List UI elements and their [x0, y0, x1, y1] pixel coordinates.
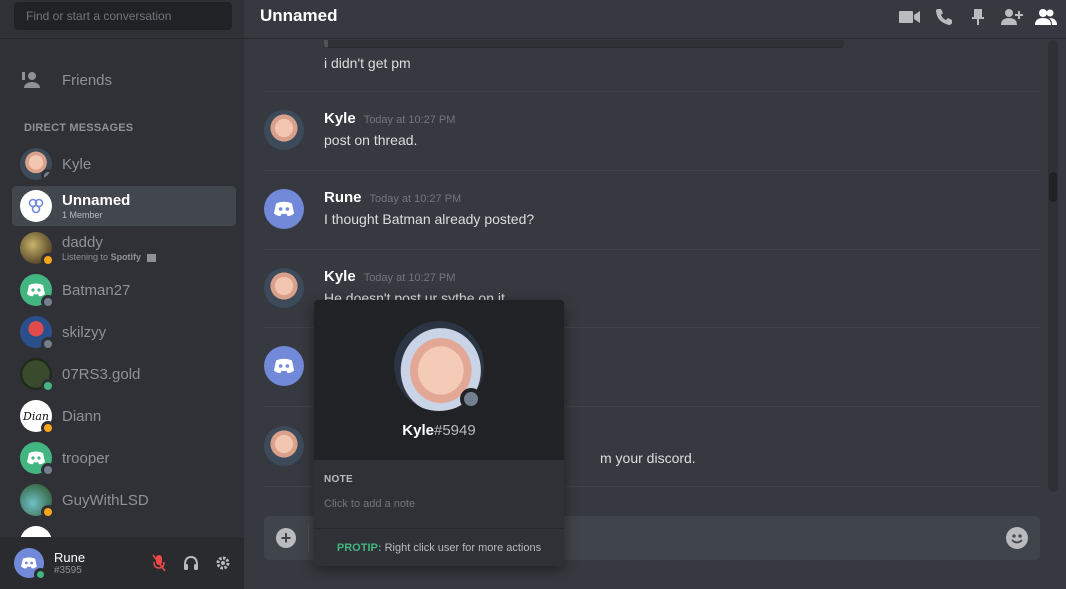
- dm-item-unnamed[interactable]: Unnamed 1 Member: [12, 186, 236, 226]
- message-divider: [264, 91, 1040, 92]
- message-timestamp: Today at 10:27 PM: [363, 114, 456, 126]
- voice-call-icon[interactable]: [932, 5, 956, 29]
- message-divider: [264, 249, 1040, 250]
- embed: [324, 40, 844, 48]
- avatar: [20, 274, 55, 309]
- avatar[interactable]: [264, 426, 304, 466]
- message-author[interactable]: Kyle: [324, 110, 356, 127]
- dm-item-skilzyy[interactable]: skilzyy: [12, 312, 236, 352]
- message-text: m your discord.: [600, 450, 696, 466]
- avatar: [20, 316, 55, 351]
- direct-messages-header: DIRECT MESSAGES: [24, 122, 134, 134]
- dm-name: Batman27: [62, 281, 131, 299]
- channel-header: Unnamed: [244, 0, 1066, 39]
- avatar: [20, 484, 55, 519]
- note-input[interactable]: Click to add a note: [324, 498, 415, 510]
- message-text: i didn't get pm: [324, 55, 411, 71]
- status-online-icon: [34, 568, 47, 581]
- avatar: [20, 442, 55, 477]
- group-dm-icon: [20, 190, 52, 222]
- dm-item-batman27[interactable]: Batman27: [12, 270, 236, 310]
- divider: [314, 528, 564, 529]
- avatar: [20, 358, 55, 393]
- dm-name: Diann: [62, 407, 102, 425]
- dm-name: trooper: [62, 449, 110, 467]
- avatar[interactable]: [264, 110, 304, 150]
- headphones-icon[interactable]: [182, 553, 200, 573]
- settings-gear-icon[interactable]: [214, 553, 232, 573]
- status-online-icon: [41, 379, 55, 393]
- dm-item-daddy[interactable]: daddy Listening to Spotify: [12, 228, 236, 268]
- username: Rune: [54, 550, 86, 565]
- message-divider: [264, 170, 1040, 171]
- user-discriminator: #3595: [54, 565, 82, 576]
- dm-name: skilzyy: [62, 323, 107, 341]
- sidebar-divider: [0, 38, 244, 39]
- message-group: Kyle Today at 10:27 PM post on thread.: [264, 110, 1044, 170]
- status-offline-icon: [41, 463, 55, 477]
- profile-username: Kyle#5949: [402, 422, 476, 439]
- mute-microphone-icon[interactable]: [150, 553, 168, 573]
- dm-name: 07RS3.gold: [62, 365, 141, 383]
- upload-plus-icon[interactable]: +: [276, 528, 296, 548]
- status-idle-icon: [41, 421, 55, 435]
- video-call-icon[interactable]: [898, 5, 922, 29]
- status-idle-icon: [41, 253, 55, 267]
- dm-item-diann[interactable]: Dian Diann: [12, 396, 236, 436]
- status-offline-icon: [41, 337, 55, 351]
- message-author[interactable]: Rune: [324, 189, 362, 206]
- friends-nav-item[interactable]: Friends: [12, 60, 236, 100]
- avatar[interactable]: [264, 268, 304, 308]
- message-timestamp: Today at 10:27 PM: [363, 272, 456, 284]
- avatar[interactable]: [264, 346, 304, 386]
- avatar[interactable]: [14, 548, 47, 581]
- divider: [308, 524, 309, 552]
- dm-item-07rs3-gold[interactable]: 07RS3.gold: [12, 354, 236, 394]
- dm-item-kyle[interactable]: Kyle: [12, 144, 236, 184]
- status-offline-icon: [41, 169, 52, 180]
- status-offline-icon: [41, 295, 55, 309]
- dm-sidebar: Find or start a conversation Friends DIR…: [0, 0, 244, 589]
- dm-name: daddy: [62, 234, 103, 251]
- user-panel: Rune #3595: [0, 537, 244, 589]
- note-header: NOTE: [324, 474, 353, 485]
- member-list-icon[interactable]: [1034, 5, 1058, 29]
- dm-name: Unnamed: [62, 192, 131, 209]
- activity-status: Listening to Spotify: [62, 252, 156, 262]
- status-offline-icon: [460, 388, 482, 410]
- message-text: I thought Batman already posted?: [324, 211, 535, 227]
- message-text: post on thread.: [324, 132, 418, 148]
- protip: PROTIP: Right click user for more action…: [336, 542, 542, 554]
- message-group: Rune Today at 10:27 PM I thought Batman …: [264, 189, 1044, 249]
- member-count: 1 Member: [62, 210, 103, 220]
- dm-name: GuyWithLSD: [62, 491, 149, 509]
- message-author[interactable]: Kyle: [324, 268, 356, 285]
- dm-item-guywithlsd[interactable]: GuyWithLSD: [12, 480, 236, 520]
- dm-name: Kyle: [62, 155, 92, 173]
- avatar[interactable]: [264, 189, 304, 229]
- avatar: [20, 232, 55, 267]
- scrollbar-track[interactable]: [1048, 40, 1058, 492]
- friends-icon: [12, 60, 52, 100]
- emoji-picker-icon[interactable]: [1006, 527, 1028, 549]
- pin-icon[interactable]: [966, 5, 990, 29]
- status-idle-icon: [41, 505, 55, 519]
- add-friend-to-dm-icon[interactable]: [1000, 5, 1024, 29]
- rich-presence-icon: [146, 253, 156, 262]
- search-input[interactable]: Find or start a conversation: [14, 2, 232, 30]
- friends-label: Friends: [62, 71, 113, 89]
- page-title: Unnamed: [260, 6, 338, 25]
- user-profile-popout: Kyle#5949 NOTE Click to add a note PROTI…: [314, 300, 564, 566]
- avatar: Dian: [20, 400, 55, 435]
- dm-item-trooper[interactable]: trooper: [12, 438, 236, 478]
- message-timestamp: Today at 10:27 PM: [369, 193, 462, 205]
- scrollbar-thumb[interactable]: [1049, 172, 1057, 202]
- avatar: [20, 148, 52, 180]
